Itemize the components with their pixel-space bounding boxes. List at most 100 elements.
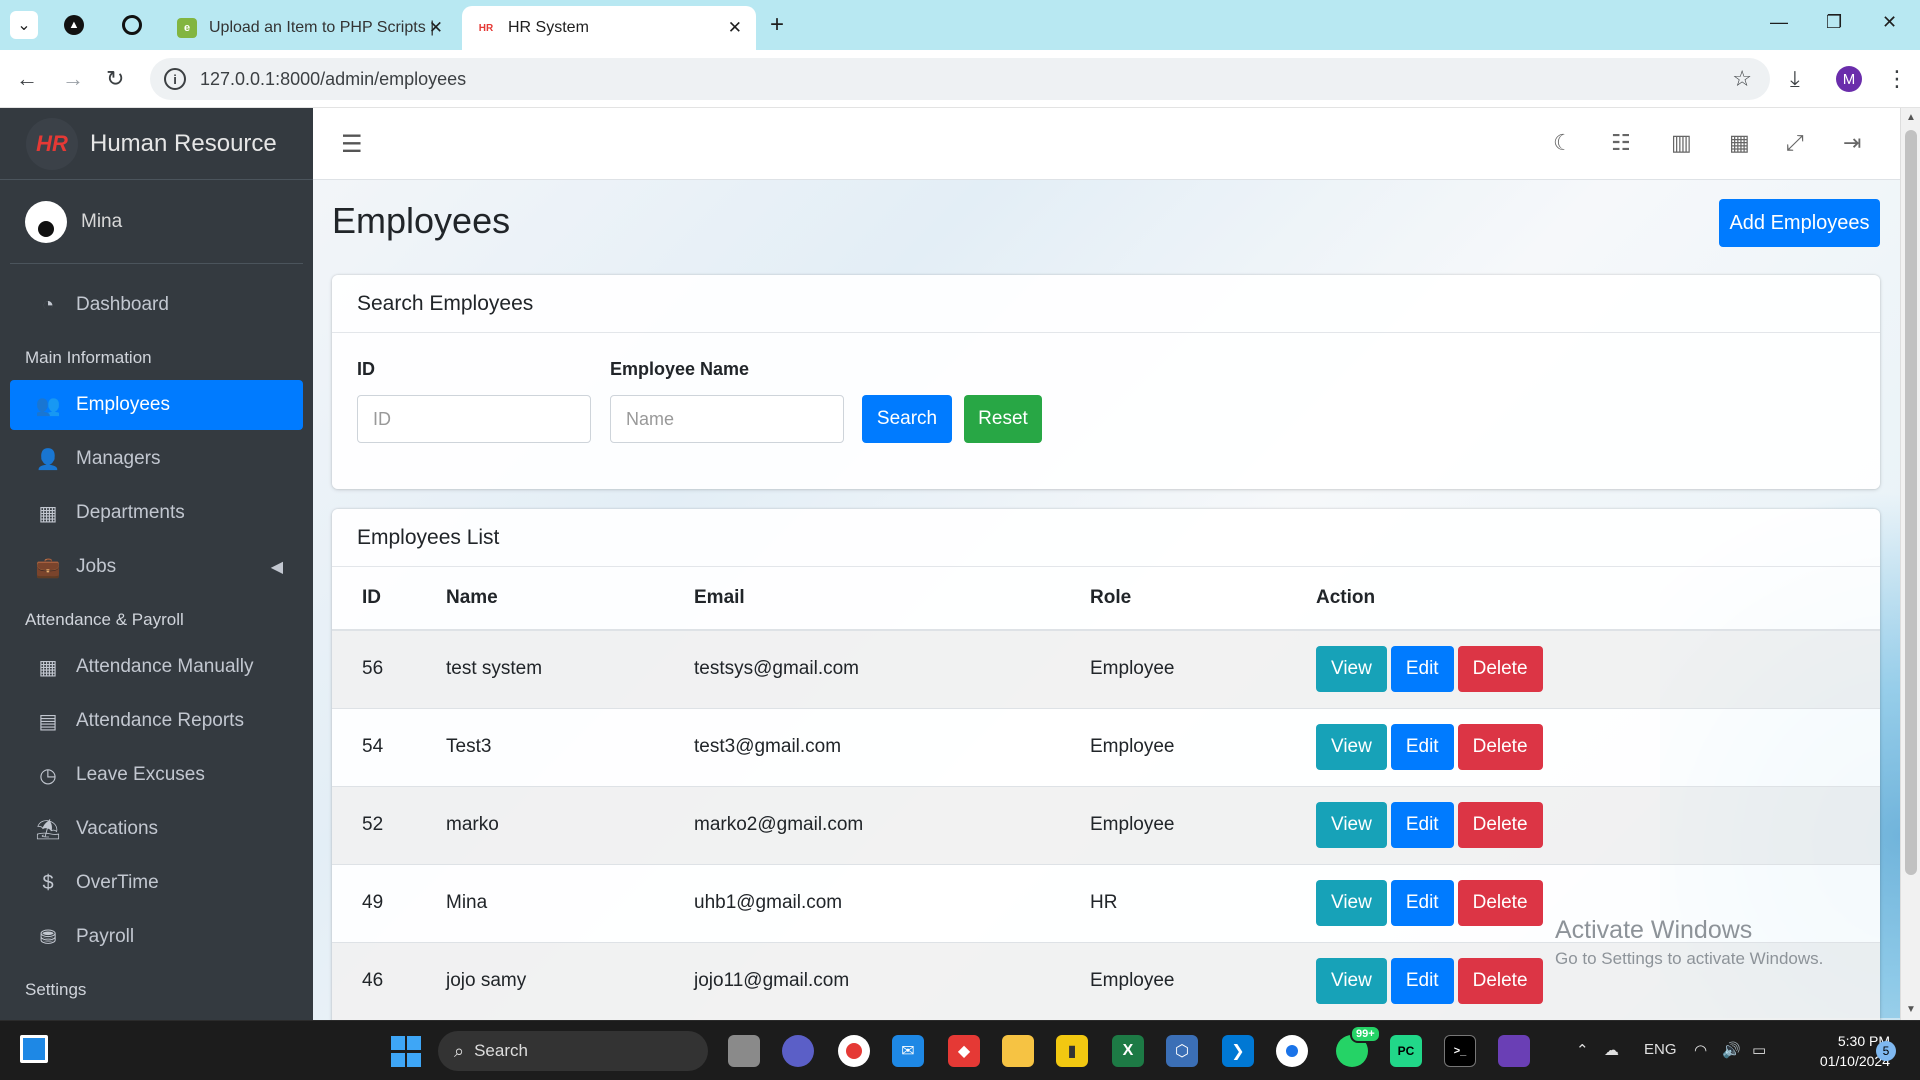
tab-hr-system[interactable]: HR HR System ✕ bbox=[462, 6, 756, 50]
power-bi-icon[interactable]: ▮ bbox=[1056, 1035, 1088, 1067]
brand-link[interactable]: HR Human Resource bbox=[0, 108, 313, 180]
browser-menu-icon[interactable]: ⋮ bbox=[1886, 66, 1908, 92]
close-tab-icon[interactable]: ✕ bbox=[429, 18, 443, 38]
sidebar-item-employees[interactable]: 👥 Employees bbox=[10, 380, 303, 430]
pycharm-icon[interactable]: PC bbox=[1390, 1035, 1422, 1067]
sidebar-item-departments[interactable]: ▦ Departments bbox=[10, 488, 303, 538]
teams-meet-icon[interactable] bbox=[782, 1035, 814, 1067]
close-tab-icon[interactable]: ✕ bbox=[728, 18, 742, 38]
widgets-icon[interactable] bbox=[20, 1035, 48, 1063]
sidebar-item-managers[interactable]: 👤 Managers bbox=[10, 434, 303, 484]
search-card-title: Search Employees bbox=[332, 275, 1880, 333]
file-explorer-icon[interactable] bbox=[1002, 1035, 1034, 1067]
top-navbar: ☰ ☾ ☷ ▥ ▦ ⤢ ⇥ bbox=[313, 108, 1900, 180]
calendar-icon[interactable]: ▦ bbox=[1729, 130, 1750, 156]
sidebar-item-jobs[interactable]: 💼 Jobs ◀ bbox=[10, 542, 303, 592]
delete-button[interactable]: Delete bbox=[1457, 958, 1543, 1005]
back-icon[interactable]: ← bbox=[16, 66, 38, 92]
view-button[interactable]: View bbox=[1316, 646, 1387, 693]
sidebar: HR Human Resource Mina ◔ Dashboard Main I… bbox=[0, 108, 313, 1020]
forward-icon[interactable]: → bbox=[62, 66, 84, 92]
record-icon[interactable] bbox=[838, 1035, 870, 1067]
edit-button[interactable]: Edit bbox=[1390, 724, 1454, 770]
battery-icon[interactable]: ▭ bbox=[1752, 1041, 1766, 1059]
view-button[interactable]: View bbox=[1316, 724, 1387, 770]
minimize-icon[interactable]: — bbox=[1770, 12, 1788, 33]
sidebar-item-label: Departments bbox=[76, 502, 185, 523]
page-scrollbar[interactable]: ▲ ▼ bbox=[1900, 108, 1920, 1020]
view-button[interactable]: View bbox=[1316, 880, 1387, 926]
anydesk-icon[interactable]: ◆ bbox=[948, 1035, 980, 1067]
address-bar[interactable]: i 127.0.0.1:8000/admin/employees ☆ bbox=[150, 58, 1770, 100]
edit-button[interactable]: Edit bbox=[1390, 958, 1454, 1005]
view-button[interactable]: View bbox=[1316, 958, 1387, 1005]
bar-chart-icon[interactable]: ▥ bbox=[1671, 130, 1692, 156]
sidebar-item-attendance-reports[interactable]: ▤ Attendance Reports bbox=[10, 696, 303, 746]
chrome-icon[interactable] bbox=[1276, 1035, 1308, 1067]
reset-button[interactable]: Reset bbox=[964, 395, 1042, 443]
terminal-icon[interactable]: >_ bbox=[1444, 1035, 1476, 1067]
task-view-icon[interactable] bbox=[728, 1035, 760, 1067]
watermark-line2: Go to Settings to activate Windows. bbox=[1555, 949, 1824, 968]
view-button[interactable]: View bbox=[1316, 802, 1387, 848]
edit-button[interactable]: Edit bbox=[1390, 802, 1454, 848]
add-employees-button[interactable]: Add Employees bbox=[1719, 199, 1880, 247]
edit-button[interactable]: Edit bbox=[1390, 880, 1454, 926]
whatsapp-icon[interactable]: 99+ bbox=[1336, 1025, 1381, 1067]
app-icon[interactable] bbox=[1498, 1035, 1530, 1067]
scroll-down-arrow-icon[interactable]: ▼ bbox=[1906, 1004, 1916, 1015]
scroll-up-arrow-icon[interactable]: ▲ bbox=[1906, 112, 1916, 123]
tasks-list-icon[interactable]: ☷ bbox=[1611, 130, 1631, 156]
id-label: ID bbox=[357, 359, 375, 379]
tab-search-chevron-icon[interactable]: ⌄ bbox=[10, 11, 38, 39]
github-icon[interactable] bbox=[118, 11, 146, 39]
delete-button[interactable]: Delete bbox=[1457, 880, 1543, 926]
hamburger-menu-icon[interactable]: ☰ bbox=[341, 130, 363, 159]
excel-icon[interactable]: X bbox=[1112, 1035, 1144, 1067]
sidebar-item-label: Attendance Manually bbox=[76, 656, 254, 677]
new-tab-icon[interactable]: + bbox=[763, 11, 791, 39]
url-text[interactable]: 127.0.0.1:8000/admin/employees bbox=[200, 69, 466, 90]
user-panel[interactable]: Mina bbox=[10, 180, 303, 264]
search-button[interactable]: Search bbox=[862, 395, 952, 443]
id-input[interactable]: ID bbox=[357, 395, 591, 443]
cell-name: Test3 bbox=[446, 707, 694, 786]
download-icon[interactable]: ⤓ bbox=[1790, 66, 1800, 92]
sidebar-item-payroll[interactable]: ⛃ Payroll bbox=[10, 912, 303, 962]
volume-icon[interactable]: 🔊 bbox=[1722, 1041, 1741, 1059]
bookmark-star-icon[interactable]: ☆ bbox=[1732, 66, 1752, 92]
employee-name-input[interactable]: Name bbox=[610, 395, 844, 443]
fullscreen-icon[interactable]: ⤢ bbox=[1786, 130, 1804, 156]
profile-avatar[interactable]: M bbox=[1836, 66, 1862, 92]
wifi-icon[interactable]: ◠ bbox=[1694, 1041, 1707, 1059]
notification-badge[interactable]: 5 bbox=[1876, 1041, 1896, 1061]
taskbar-search[interactable]: ⌕ Search bbox=[438, 1031, 708, 1071]
sidebar-item-leave-excuses[interactable]: ◷ Leave Excuses bbox=[10, 750, 303, 800]
site-info-icon[interactable]: i bbox=[164, 68, 186, 90]
windows-start-icon[interactable] bbox=[390, 1035, 422, 1067]
delete-button[interactable]: Delete bbox=[1457, 646, 1543, 693]
tab-title: HR System bbox=[508, 19, 589, 36]
edit-button[interactable]: Edit bbox=[1390, 646, 1454, 693]
sidebar-item-dashboard[interactable]: ◔ Dashboard bbox=[10, 280, 303, 330]
language-indicator[interactable]: ENG bbox=[1644, 1041, 1677, 1058]
app-pinned-icon[interactable]: ▲ bbox=[60, 11, 88, 39]
delete-button[interactable]: Delete bbox=[1457, 802, 1543, 848]
onedrive-cloud-icon[interactable]: ☁ bbox=[1604, 1041, 1619, 1059]
restore-icon[interactable]: ❐ bbox=[1826, 12, 1842, 33]
cell-id: 52 bbox=[332, 785, 446, 864]
sidebar-item-attendance-manually[interactable]: ▦ Attendance Manually bbox=[10, 642, 303, 692]
vscode-icon[interactable]: ❯ bbox=[1222, 1035, 1254, 1067]
sidebar-item-vacations[interactable]: ⛱ Vacations bbox=[10, 804, 303, 854]
virtualbox-icon[interactable]: ⬡ bbox=[1166, 1035, 1198, 1067]
tray-chevron-up-icon[interactable]: ⌃ bbox=[1576, 1041, 1589, 1059]
tab-upload-item[interactable]: e Upload an Item to PHP Scripts | ✕ bbox=[163, 6, 457, 50]
dark-mode-moon-icon[interactable]: ☾ bbox=[1553, 130, 1573, 156]
scrollbar-thumb[interactable] bbox=[1905, 130, 1917, 875]
delete-button[interactable]: Delete bbox=[1457, 724, 1543, 770]
close-window-icon[interactable]: ✕ bbox=[1882, 12, 1897, 33]
sidebar-item-overtime[interactable]: $ OverTime bbox=[10, 858, 303, 908]
mail-icon[interactable]: ✉ bbox=[892, 1035, 924, 1067]
reload-icon[interactable]: ↻ bbox=[106, 66, 124, 92]
logout-icon[interactable]: ⇥ bbox=[1843, 130, 1861, 156]
